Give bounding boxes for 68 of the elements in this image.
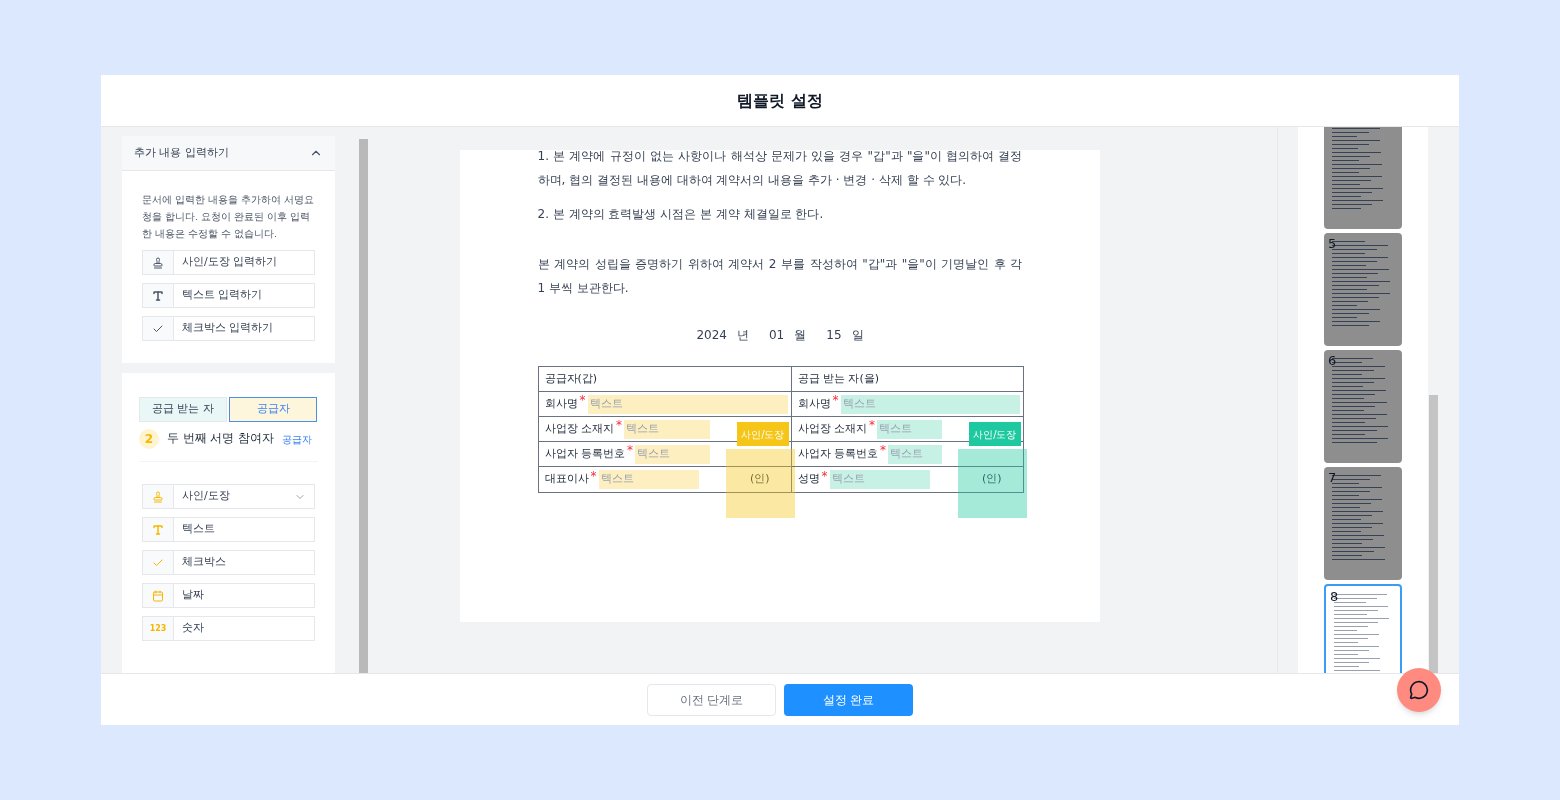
field-tool-item[interactable]: 텍스트 — [142, 517, 315, 542]
panel-header[interactable]: 추가 내용 입력하기 — [122, 136, 335, 171]
page-number: 8 — [1330, 590, 1339, 603]
chat-button[interactable] — [1397, 668, 1441, 712]
required-mark: * — [821, 467, 828, 485]
document-paragraph: 2. 본 계약의 효력발생 시점은 본 계약 체결일로 한다. — [537, 206, 825, 223]
page-thumbnail[interactable] — [1324, 127, 1402, 229]
field-tool-item[interactable]: 123 숫자 — [142, 616, 315, 641]
required-mark: * — [616, 417, 622, 434]
date-text: 일 — [851, 327, 864, 344]
page-thumbnail[interactable]: 8 — [1324, 584, 1402, 673]
field-label: 회사명 — [797, 395, 831, 412]
field-tool-item[interactable]: 텍스트 입력하기 — [142, 283, 315, 308]
required-mark: * — [832, 392, 839, 409]
participant-title: 두 번째 서명 참여자 — [167, 430, 274, 448]
page-thumbnail[interactable]: 6 — [1324, 350, 1402, 463]
required-mark: * — [579, 392, 586, 409]
field-label: 회사명 — [544, 395, 578, 412]
previous-button[interactable]: 이전 단계로 — [647, 683, 776, 716]
calendar-icon — [152, 589, 164, 602]
field-label: 사업자 등록번호 — [797, 445, 878, 462]
field-tool-item[interactable]: 체크박스 입력하기 — [142, 316, 315, 341]
panel-description: 문서에 입력한 내용을 추가하여 서명요청을 합니다. 요청이 완료된 이후 입력한 내용은 수정할 수 없습니다. — [142, 193, 316, 241]
document-paragraph: 본 계약의 성립을 증명하기 위하여 계약서 2 부를 작성하여 "갑"과 "을"이 기명날인 후 각 1 부씩 보관한다. — [537, 256, 1023, 297]
page-number: 6 — [1328, 354, 1337, 367]
field-tool-item[interactable]: 사인/도장 입력하기 — [142, 250, 315, 275]
page-number: 7 — [1328, 471, 1337, 484]
page-number: 5 — [1328, 237, 1337, 250]
field-tool-item[interactable]: 날짜 — [142, 583, 315, 608]
date-text: 2024 — [696, 327, 727, 344]
text-icon — [152, 523, 164, 536]
seal-text: (인) — [981, 471, 1002, 488]
stamp-tag: 사인/도장 — [969, 422, 1021, 446]
date-text: 01 — [769, 327, 785, 344]
field-label: 사업자 등록번호 — [544, 445, 625, 462]
role-tag: 공급자 — [281, 431, 312, 447]
stamp-icon — [152, 490, 164, 503]
scrollbar[interactable] — [1429, 395, 1438, 673]
table-header-cell: 공급 받는 자(을) — [791, 367, 1023, 392]
field-label: 사업장 소재지 — [544, 420, 614, 437]
stamp-tag: 사인/도장 — [737, 422, 789, 446]
date-text: 년 — [737, 327, 749, 344]
table-header-cell: 공급자(갑) — [538, 367, 791, 392]
window-title: 템플릿 설정 — [737, 89, 823, 112]
required-mark: * — [590, 467, 597, 485]
step-badge: 2 — [139, 429, 159, 449]
required-mark: * — [869, 417, 875, 434]
text-icon — [152, 289, 164, 302]
date-text: 월 — [794, 327, 807, 344]
page-thumbnail[interactable]: 7 — [1324, 467, 1402, 580]
field-tool-item[interactable]: 체크박스 — [142, 550, 315, 575]
page-thumbnail[interactable]: 5 — [1324, 233, 1402, 346]
participant-tab[interactable]: 공급자 — [229, 397, 317, 422]
participant-tab[interactable]: 공급 받는 자 — [139, 397, 227, 422]
scrollbar[interactable] — [359, 139, 368, 673]
stamp-icon — [152, 256, 164, 269]
field-label: 사업장 소재지 — [797, 420, 867, 437]
complete-button[interactable]: 설정 완료 — [784, 683, 913, 716]
chat-icon — [1409, 680, 1429, 700]
date-text: 15 — [826, 327, 842, 344]
required-mark: * — [880, 442, 886, 459]
seal-text: (인) — [749, 471, 770, 488]
number-icon: 123 — [149, 622, 167, 635]
field-label: 대표이사 — [544, 471, 589, 488]
required-mark: * — [627, 442, 633, 459]
field-label: 성명 — [797, 471, 820, 488]
field-tool-item[interactable]: 사인/도장 — [142, 484, 315, 509]
document-paragraph: 1. 본 계약에 규정이 없는 사항이나 해석상 문제가 있을 경우 "갑"과 "을"이 협의하여 결정하며, 협의 결정된 내용에 대하여 계약서의 내용을 추가 · 변경 · 삭제 할 수 있다. — [537, 150, 1023, 189]
